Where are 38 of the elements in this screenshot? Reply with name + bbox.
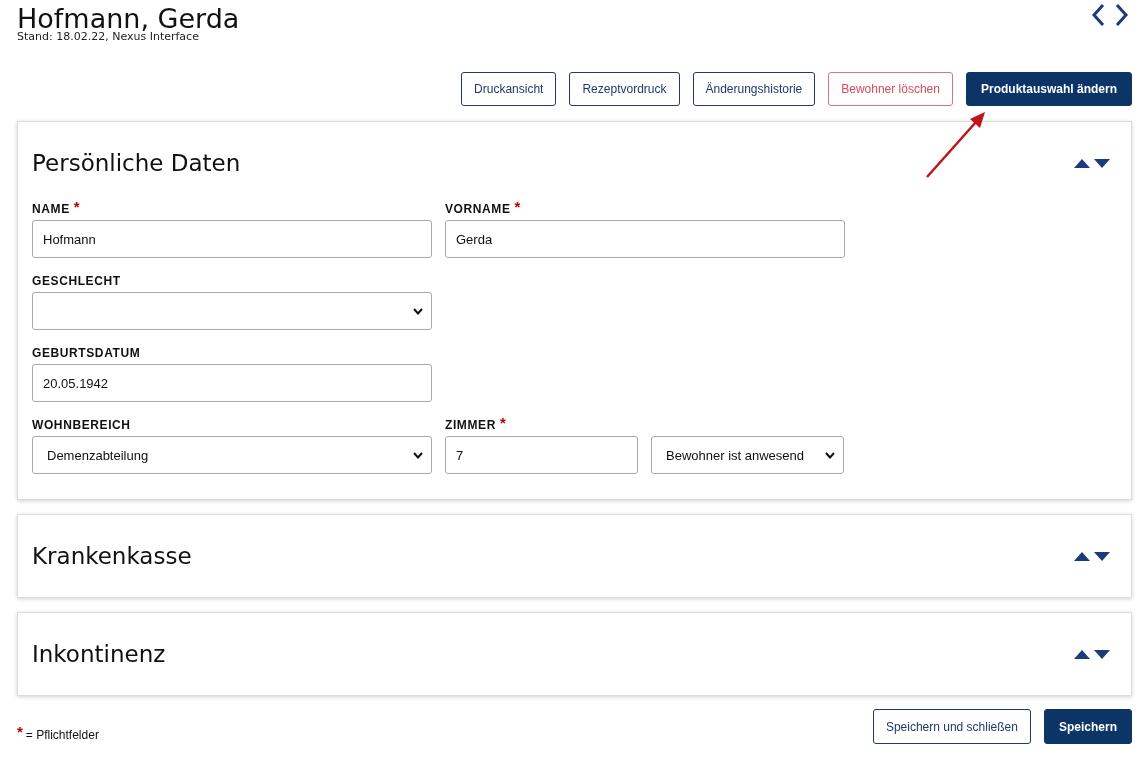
input-field[interactable]: Hofmann (32, 220, 432, 258)
section-title[interactable]: Krankenkasse (32, 543, 192, 569)
save-button[interactable]: Speichern (1043, 709, 1132, 744)
required-mark: * (514, 198, 521, 215)
required-mark: * (73, 198, 80, 215)
action-button[interactable]: Rezeptvordruck (569, 72, 680, 106)
section-title[interactable]: Inkontinenz (32, 641, 166, 667)
expand-collapse-icon[interactable] (1073, 550, 1111, 562)
action-button[interactable]: Produktauswahl ändern (965, 72, 1132, 106)
select-field[interactable]: Demenzabteilung (32, 436, 432, 474)
legend-text: = Pflichtfelder (25, 728, 99, 742)
next-icon[interactable] (1115, 3, 1129, 27)
section-title[interactable]: Persönliche Daten (32, 150, 241, 176)
annotation-arrow (924, 110, 988, 180)
field-label: GEBURTSDATUM (32, 346, 141, 362)
save-button[interactable]: Speichern und schließen (872, 709, 1031, 744)
chevron-down-icon (413, 451, 423, 459)
select-field[interactable] (32, 292, 432, 330)
input-field[interactable]: 7 (445, 436, 638, 474)
field-label: WOHNBEREICH (32, 418, 131, 434)
field-label: GESCHLECHT (32, 274, 121, 290)
field-label: VORNAME (445, 202, 511, 218)
field-label: ZIMMER (445, 418, 496, 434)
field-label: NAME (32, 202, 70, 218)
previous-icon[interactable] (1091, 3, 1105, 27)
action-button[interactable]: Bewohner löschen (828, 72, 953, 106)
input-field[interactable]: 20.05.1942 (32, 364, 432, 402)
chevron-down-icon (413, 307, 423, 315)
required-mark: * (499, 414, 506, 431)
chevron-down-icon (825, 451, 835, 459)
expand-collapse-icon[interactable] (1073, 648, 1111, 660)
required-mark: * (17, 723, 23, 740)
input-field[interactable]: Gerda (445, 220, 845, 258)
action-button[interactable]: Änderungshistorie (692, 72, 816, 106)
select-field[interactable]: Bewohner ist anwesend (651, 436, 844, 474)
action-button[interactable]: Druckansicht (461, 72, 557, 106)
page-subtitle: Stand: 18.02.22, Nexus Interface (17, 30, 200, 43)
expand-collapse-icon[interactable] (1073, 157, 1111, 169)
